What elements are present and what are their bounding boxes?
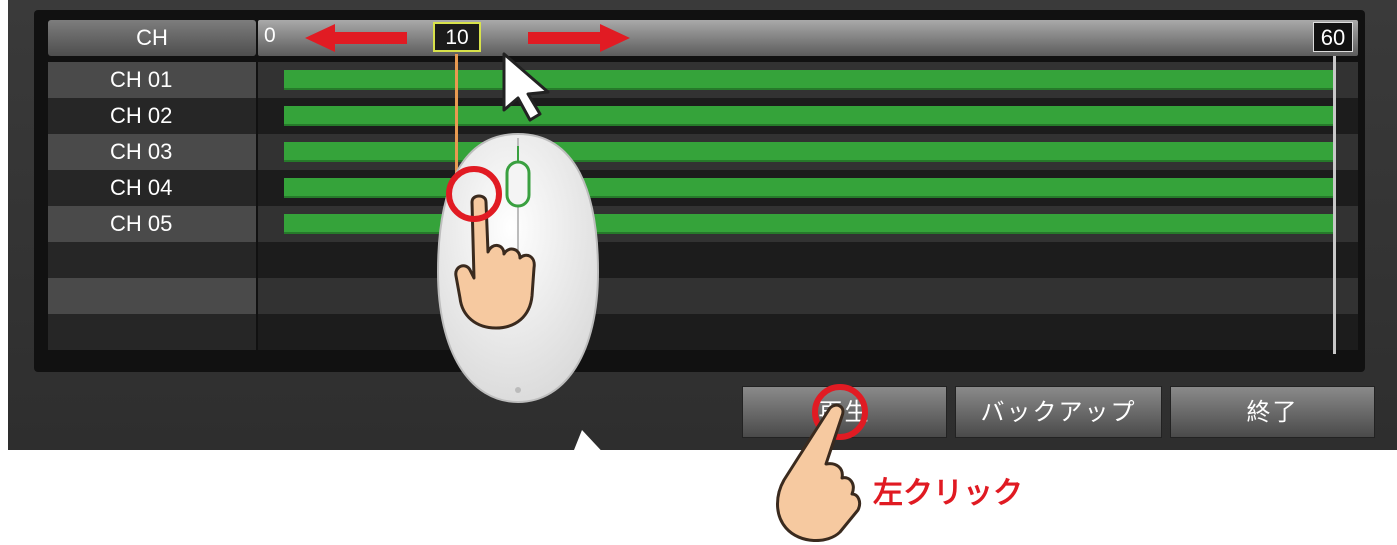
- click-target-ring-mouse: [446, 166, 502, 222]
- channel-timeline-row[interactable]: [258, 170, 1358, 206]
- channel-timeline-row[interactable]: [258, 278, 1358, 314]
- exit-button[interactable]: 終了: [1170, 386, 1375, 438]
- channel-timeline-row[interactable]: [258, 242, 1358, 278]
- scale-start-label: 0: [264, 24, 276, 47]
- left-click-instruction: 左クリック: [873, 476, 1023, 511]
- channel-column-header: CH: [48, 20, 256, 56]
- channel-label[interactable]: [48, 278, 256, 314]
- arrow-left-icon: [305, 24, 407, 52]
- channel-timeline-row[interactable]: [258, 98, 1358, 134]
- recording-segment: [284, 70, 1336, 90]
- end-marker-line: [1333, 56, 1336, 354]
- channel-label[interactable]: CH 04: [48, 170, 256, 206]
- channel-label[interactable]: CH 02: [48, 98, 256, 134]
- mouse-pointer-icon: [502, 52, 550, 122]
- time-scale-bar[interactable]: [258, 20, 1358, 56]
- recording-segment: [284, 106, 1336, 126]
- pointing-hand-icon: [776, 403, 862, 542]
- channel-timeline-row[interactable]: [258, 134, 1358, 170]
- channel-timeline-row[interactable]: [258, 62, 1358, 98]
- channel-label[interactable]: [48, 242, 256, 278]
- channel-timeline-row[interactable]: [258, 206, 1358, 242]
- backup-button[interactable]: バックアップ: [955, 386, 1162, 438]
- time-cursor-handle[interactable]: 10: [433, 22, 481, 52]
- channel-timeline-row[interactable]: [258, 314, 1358, 350]
- channel-label[interactable]: CH 03: [48, 134, 256, 170]
- scale-end-label: 60: [1313, 22, 1353, 52]
- channel-label[interactable]: CH 05: [48, 206, 256, 242]
- arrow-right-icon: [528, 24, 630, 52]
- channel-label[interactable]: CH 01: [48, 62, 256, 98]
- channel-label[interactable]: [48, 314, 256, 350]
